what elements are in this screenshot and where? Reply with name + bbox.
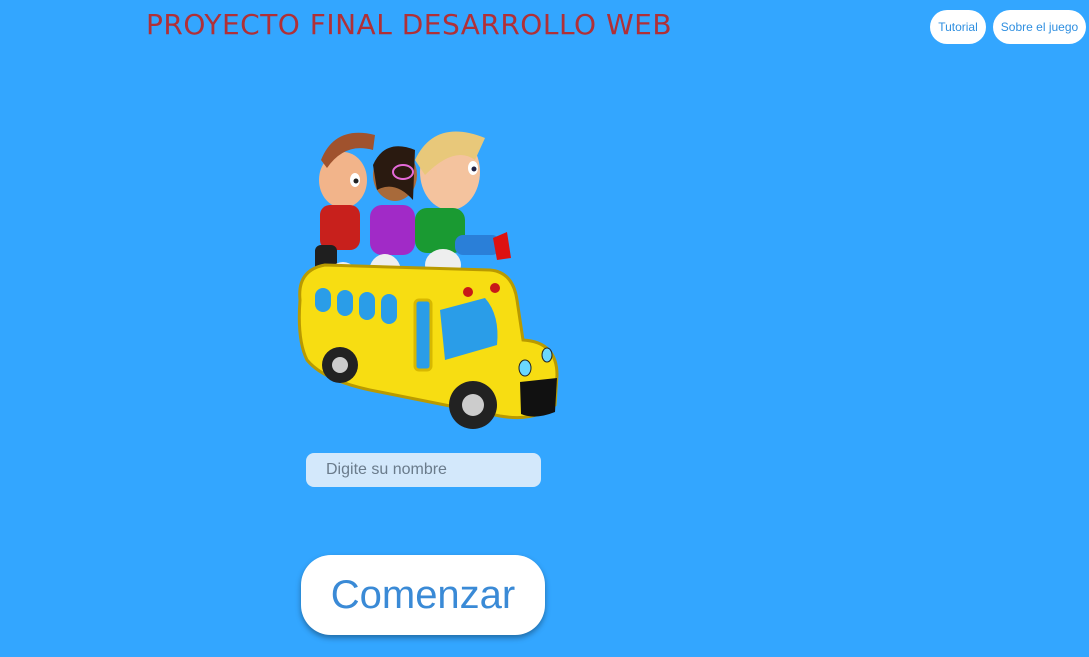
bus-wheel-rear [322,347,358,383]
page-title: PROYECTO FINAL DESARROLLO WEB [146,8,673,41]
kid-green-shirt [415,131,511,281]
school-bus-kids-illustration [297,131,559,429]
about-game-button[interactable]: Sobre el juego [993,10,1086,44]
tutorial-button[interactable]: Tutorial [930,10,986,44]
start-button[interactable]: Comenzar [301,555,545,635]
name-input[interactable] [306,453,541,487]
bus-body [297,263,559,420]
bus-wheel-front [449,381,497,429]
